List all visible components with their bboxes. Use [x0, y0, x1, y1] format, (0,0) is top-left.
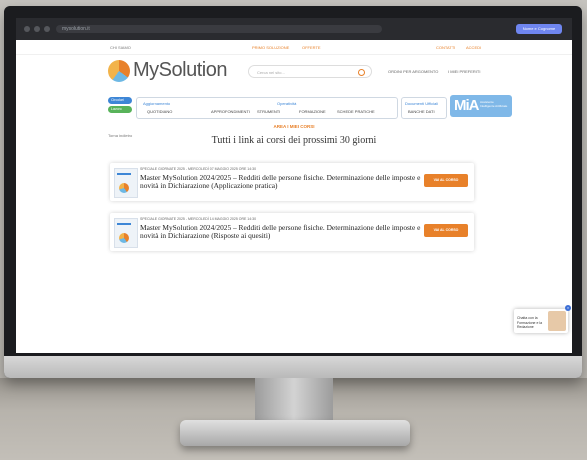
mysolution-logo[interactable]: MySolution: [108, 59, 227, 82]
monitor-base: [180, 420, 410, 446]
monitor-stand: [255, 378, 333, 422]
course-meta: SPECIALE GIORNATE 2025 - MERCOLEDÌ 07 MA…: [140, 167, 257, 171]
logo-mark-icon: [108, 59, 130, 82]
forward-nav-icon[interactable]: [34, 26, 40, 32]
topbar-link-promo[interactable]: PRIMO SOLUZIONE: [252, 45, 289, 50]
site-topbar: CHI SIAMO PRIMO SOLUZIONE OFFERTE CONTAT…: [16, 40, 572, 55]
nav-item-strumenti[interactable]: STRUMENTI: [257, 109, 280, 114]
nav-pill-lavoro[interactable]: Lavoro: [108, 106, 132, 113]
topbar-link-contacts[interactable]: CONTATTI: [436, 45, 455, 50]
nav-group-label: Documenti Ufficiali: [405, 101, 439, 106]
course-title[interactable]: Master MySolution 2024/2025 – Redditi de…: [140, 174, 440, 190]
topbar-link-login[interactable]: ACCEDI: [466, 45, 481, 50]
chat-text: Chatta con la Formazione e la Redazione: [517, 316, 543, 329]
page-title: Tutti i link ai corsi dei prossimi 30 gi…: [211, 135, 377, 146]
course-thumbnail: [114, 168, 138, 198]
nav-item-approfondimenti[interactable]: APPROFONDIMENTI: [211, 109, 250, 114]
course-title[interactable]: Master MySolution 2024/2025 – Redditi de…: [140, 224, 440, 240]
header-link-argomento[interactable]: ORDINI PER ARGOMENTO: [388, 69, 438, 74]
nav-group-label: Aggiornamento: [143, 101, 171, 106]
course-thumbnail: [114, 218, 138, 248]
nav-item-formazione[interactable]: FORMAZIONE: [299, 109, 326, 114]
main-content: Torna indietro AREA I MIEI CORSI Tutti i…: [16, 119, 572, 349]
nav-pills: Circolari Lavoro: [108, 97, 132, 117]
nav-menu: Aggiornamento QUOTIDIANO APPROFONDIMENTI…: [136, 97, 398, 119]
course-card: SPECIALE GIORNATE 2025 - MERCOLEDÌ 14 MA…: [110, 213, 474, 251]
search-placeholder: Cerca nel sito...: [257, 70, 285, 75]
monitor: mysolution.it Nome e Cognome CHI SIAMO P…: [4, 6, 582, 378]
mia-logo: MiA: [454, 97, 479, 114]
header-link-preferiti[interactable]: I MIEI PREFERITI: [448, 69, 480, 74]
site-header: MySolution Cerca nel sito... ORDINI PER …: [16, 55, 572, 95]
mia-text: Assistente Intelligente Artificiale: [480, 100, 508, 108]
topbar-link-chi-siamo[interactable]: CHI SIAMO: [110, 45, 131, 50]
back-nav-icon[interactable]: [24, 26, 30, 32]
search-input[interactable]: Cerca nel sito...: [248, 65, 372, 78]
nav-item-banche-dati[interactable]: BANCHE DATI: [408, 109, 435, 114]
browser-toolbar: mysolution.it Nome e Cognome: [16, 18, 572, 40]
nav-group-documenti[interactable]: Documenti Ufficiali BANCHE DATI: [401, 97, 447, 119]
go-to-course-button[interactable]: VAI AL CORSO: [424, 174, 468, 187]
logo-text: MySolution: [133, 59, 227, 81]
nav-item-quotidiano[interactable]: QUOTIDIANO: [147, 109, 172, 114]
browser-screen: mysolution.it Nome e Cognome CHI SIAMO P…: [16, 18, 572, 353]
area-label: AREA I MIEI CORSI: [273, 124, 315, 129]
nav-pill-circolari[interactable]: Circolari: [108, 97, 132, 104]
topbar-link-offers[interactable]: OFFERTE: [302, 45, 321, 50]
nav-group-label: Operatività: [277, 101, 297, 106]
chat-avatar: [548, 311, 566, 331]
chat-widget[interactable]: Chatta con la Formazione e la Redazione …: [514, 305, 571, 333]
account-button[interactable]: Nome e Cognome: [516, 24, 562, 34]
go-to-course-button[interactable]: VAI AL CORSO: [424, 224, 468, 237]
nav-item-schede-pratiche[interactable]: SCHEDE PRATICHE: [337, 109, 375, 114]
reload-icon[interactable]: [44, 26, 50, 32]
mia-assistant-button[interactable]: MiA Assistente Intelligente Artificiale: [450, 95, 512, 117]
course-card: SPECIALE GIORNATE 2025 - MERCOLEDÌ 07 MA…: [110, 163, 474, 201]
monitor-chin: [4, 356, 582, 378]
main-nav: Circolari Lavoro Aggiornamento QUOTIDIAN…: [16, 95, 572, 119]
search-icon[interactable]: [358, 69, 365, 76]
course-meta: SPECIALE GIORNATE 2025 - MERCOLEDÌ 14 MA…: [140, 217, 257, 221]
close-icon[interactable]: ×: [565, 305, 571, 311]
address-bar[interactable]: mysolution.it: [56, 25, 382, 33]
